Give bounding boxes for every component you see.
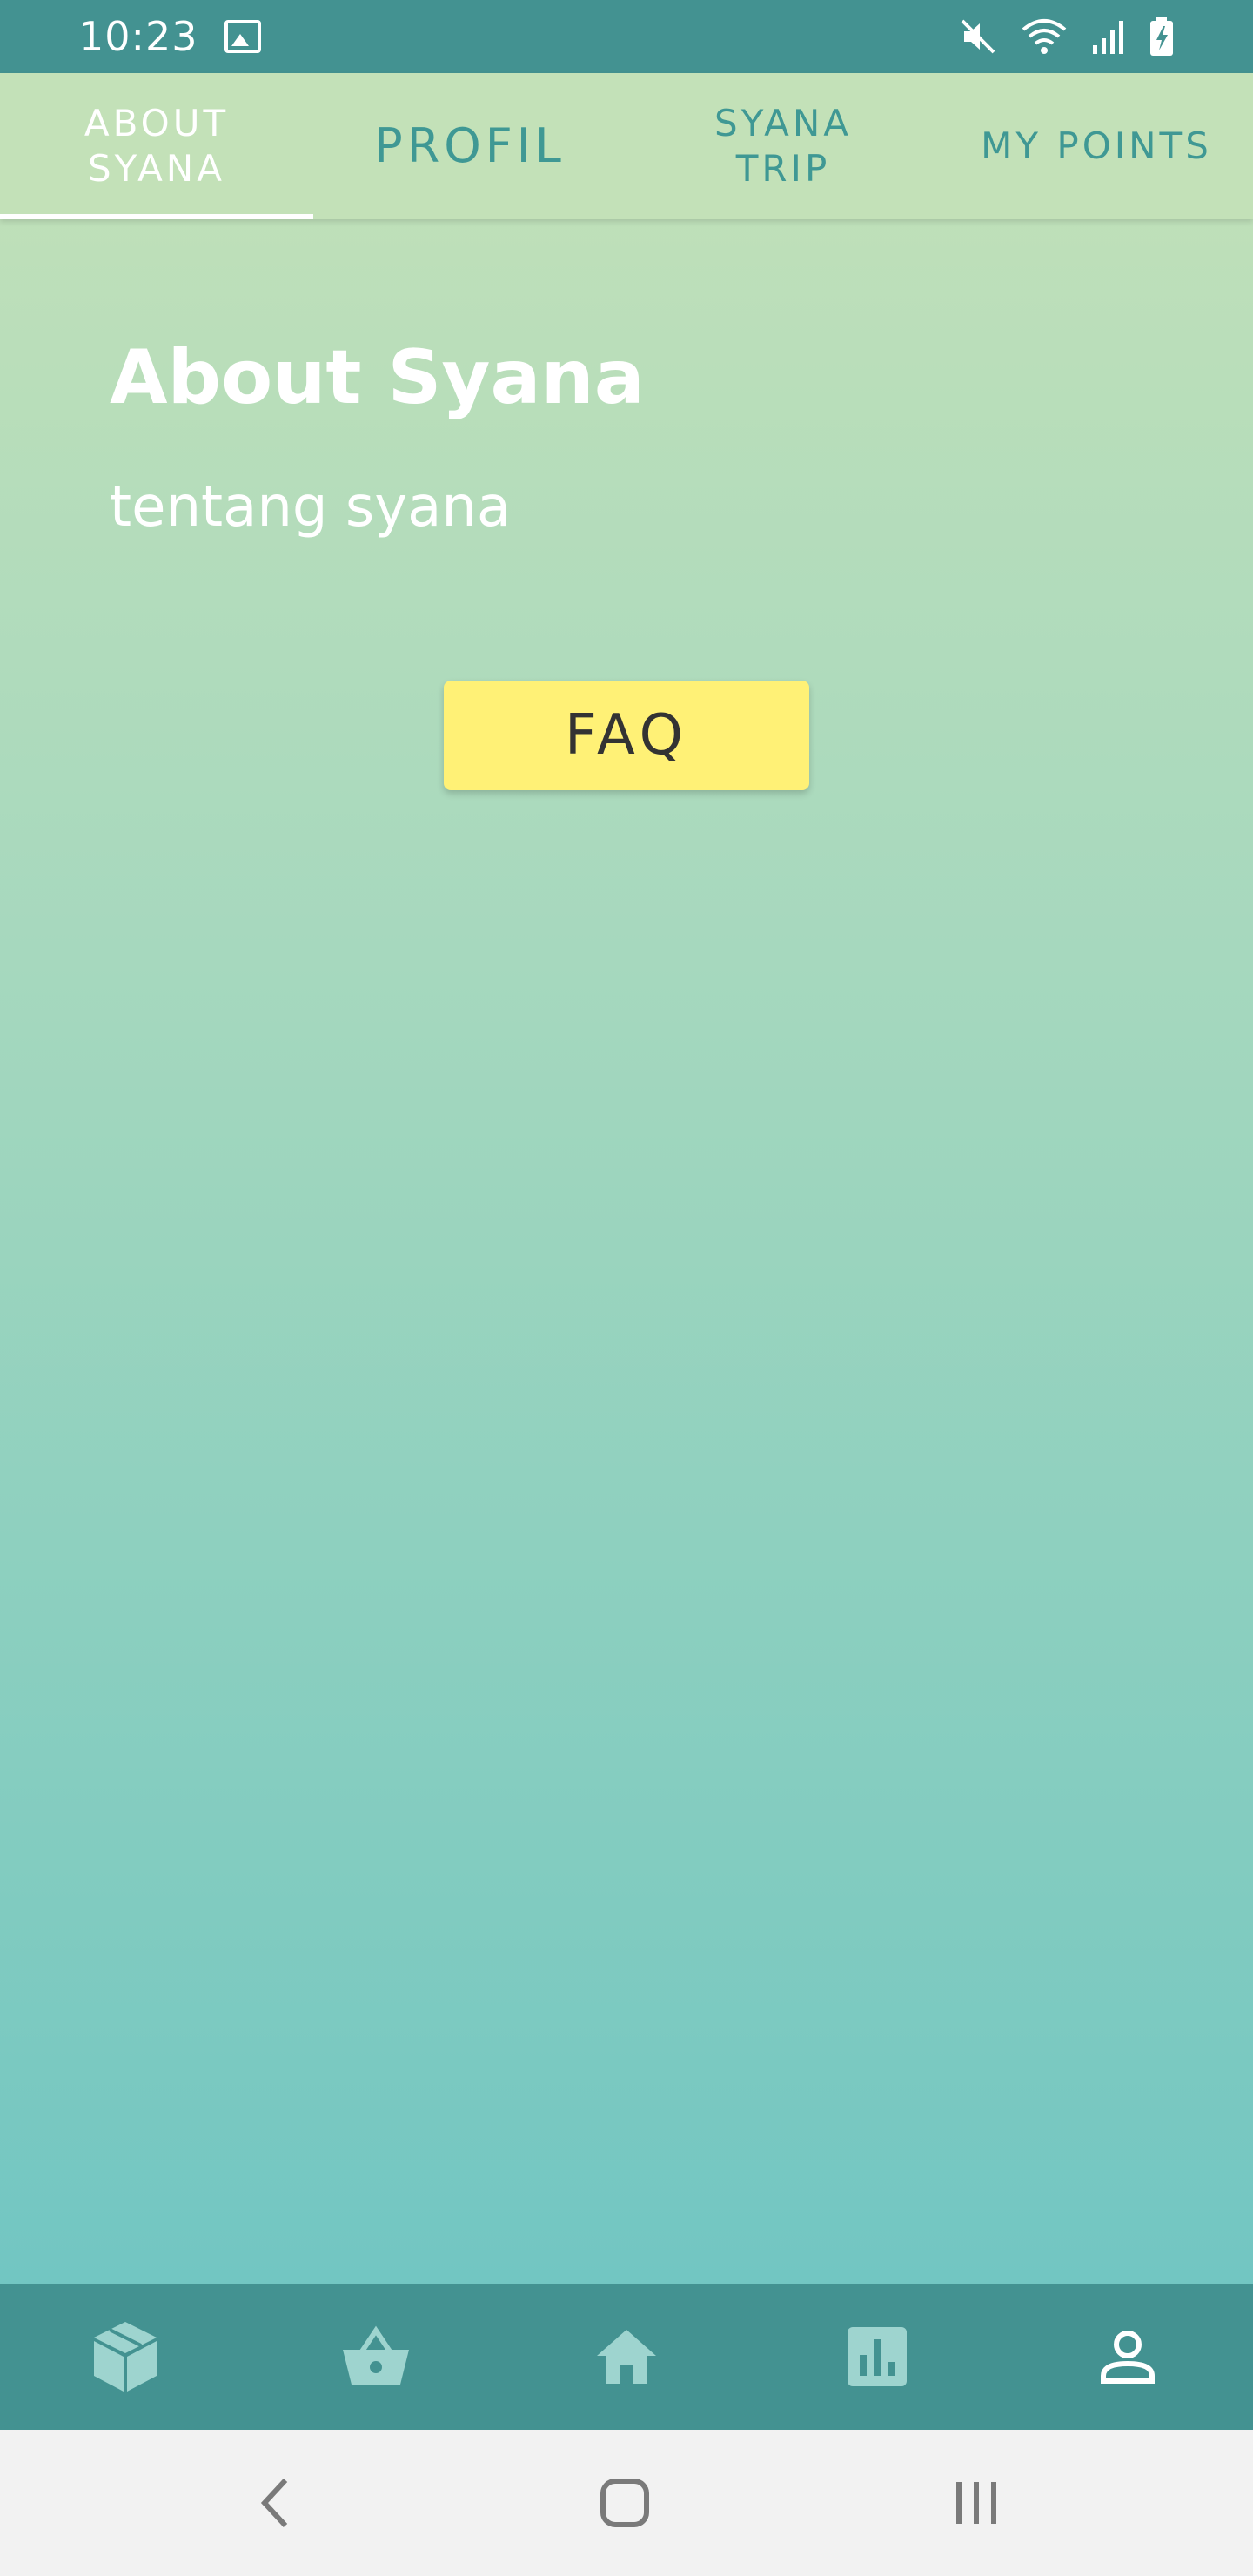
tab-syana-trip[interactable]: SYANA TRIP	[626, 73, 940, 219]
nav-item-box[interactable]	[0, 2284, 251, 2430]
tab-bar: ABOUT SYANA PROFIL SYANA TRIP MY POINTS	[0, 73, 1253, 219]
nav-item-home[interactable]	[501, 2284, 752, 2430]
status-icons	[959, 17, 1175, 57]
status-bar: 10:23	[0, 0, 1253, 73]
page-title: About Syana	[110, 334, 645, 421]
system-back-button[interactable]	[244, 2472, 306, 2534]
tab-about-syana[interactable]: ABOUT SYANA	[0, 73, 313, 219]
home-icon	[597, 2330, 656, 2384]
basket-icon	[343, 2325, 409, 2385]
system-home-button[interactable]	[593, 2472, 656, 2534]
battery-charging-icon	[1150, 17, 1173, 56]
profile-icon	[1101, 2331, 1155, 2384]
status-time: 10:23	[78, 13, 198, 60]
system-recents-button[interactable]	[945, 2472, 1008, 2534]
mute-icon	[961, 19, 995, 54]
system-nav-bar	[0, 2430, 1253, 2576]
nav-item-stats[interactable]	[752, 2284, 1002, 2430]
gallery-icon	[224, 20, 261, 53]
bottom-nav	[0, 2284, 1253, 2430]
page-subtitle: tentang syana	[110, 475, 512, 540]
back-icon	[260, 2478, 288, 2528]
signal-icon	[1093, 21, 1123, 54]
main-content: ABOUT SYANA PROFIL SYANA TRIP MY POINTS …	[0, 73, 1253, 2284]
home-button-icon	[600, 2479, 649, 2527]
chart-icon	[848, 2327, 907, 2386]
tab-my-points[interactable]: MY POINTS	[940, 73, 1253, 219]
recents-icon	[956, 2482, 996, 2524]
nav-item-basket[interactable]	[251, 2284, 501, 2430]
tab-profil[interactable]: PROFIL	[313, 73, 626, 219]
box-icon	[94, 2322, 157, 2392]
wifi-icon	[1022, 19, 1067, 54]
faq-button[interactable]: FAQ	[444, 681, 809, 790]
nav-item-profile[interactable]	[1002, 2284, 1253, 2430]
